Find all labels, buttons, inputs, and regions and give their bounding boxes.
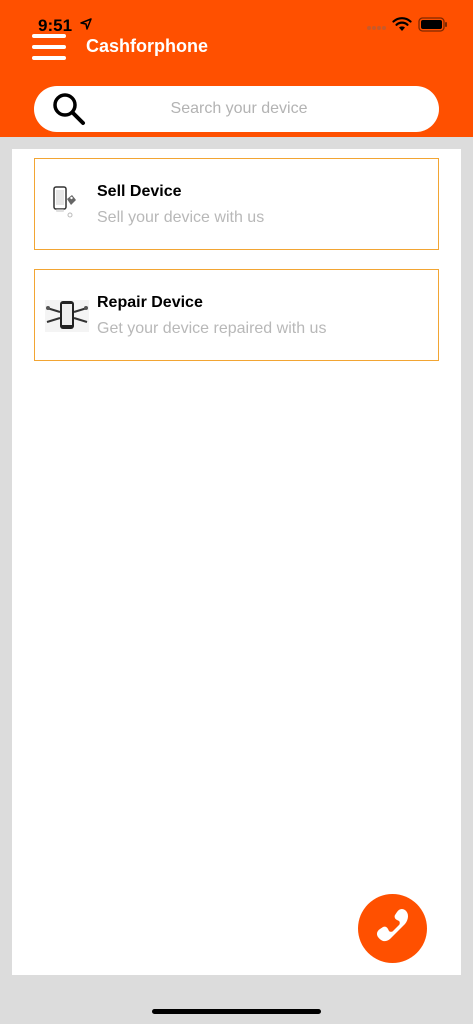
main-content: Sell Device Sell your device with us Rep… xyxy=(12,149,461,975)
sell-device-card[interactable]: Sell Device Sell your device with us xyxy=(34,158,439,250)
repair-device-card[interactable]: Repair Device Get your device repaired w… xyxy=(34,269,439,361)
search-bar[interactable] xyxy=(34,86,439,132)
wifi-icon xyxy=(392,17,412,31)
card-title: Repair Device xyxy=(97,294,203,311)
battery-icon xyxy=(418,17,447,32)
phone-call-icon xyxy=(376,908,408,942)
search-input[interactable] xyxy=(94,86,384,132)
card-subtitle: Sell your device with us xyxy=(97,209,265,226)
card-title: Sell Device xyxy=(97,183,182,200)
app-title: Cashforphone xyxy=(86,36,209,56)
app-header: 9:51 Cashforphone xyxy=(0,0,473,137)
sell-phone-icon xyxy=(53,186,76,218)
call-button[interactable] xyxy=(358,894,427,963)
repair-phone-icon xyxy=(45,300,89,332)
status-time: 9:51 xyxy=(38,16,73,35)
hamburger-menu-icon[interactable] xyxy=(32,34,66,60)
location-arrow-icon xyxy=(80,18,92,30)
home-indicator xyxy=(152,1009,321,1014)
card-subtitle: Get your device repaired with us xyxy=(97,320,327,337)
search-icon[interactable] xyxy=(52,92,86,126)
cellular-signal-icon xyxy=(367,26,386,30)
